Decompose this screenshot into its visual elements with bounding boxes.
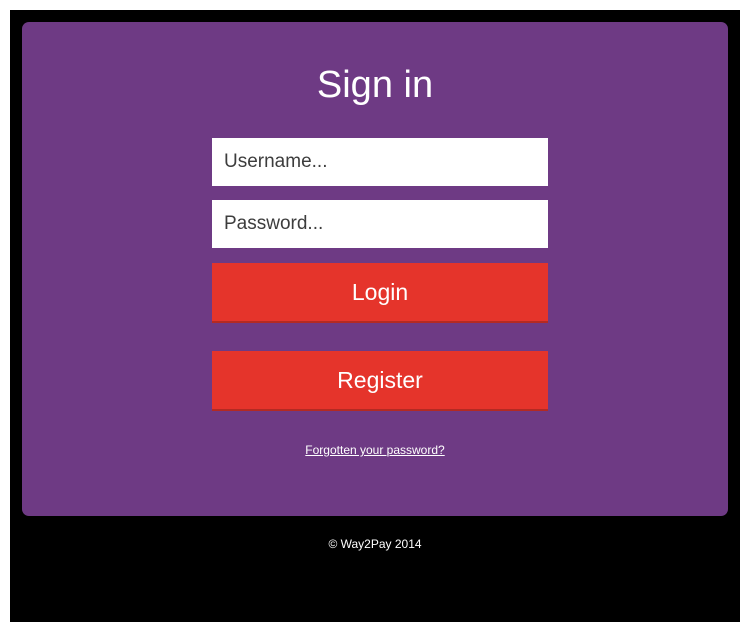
- username-input[interactable]: [212, 138, 548, 186]
- password-input[interactable]: [212, 200, 548, 248]
- forgot-password-link[interactable]: Forgotten your password?: [22, 442, 728, 458]
- page-title: Sign in: [316, 64, 434, 106]
- footer-copyright: © Way2Pay 2014: [328, 537, 422, 551]
- page-frame: Sign in Login Register Forgotten your pa…: [10, 10, 740, 622]
- login-button[interactable]: Login: [212, 263, 548, 323]
- signin-card: Sign in Login Register Forgotten your pa…: [22, 22, 728, 516]
- register-button[interactable]: Register: [212, 351, 548, 411]
